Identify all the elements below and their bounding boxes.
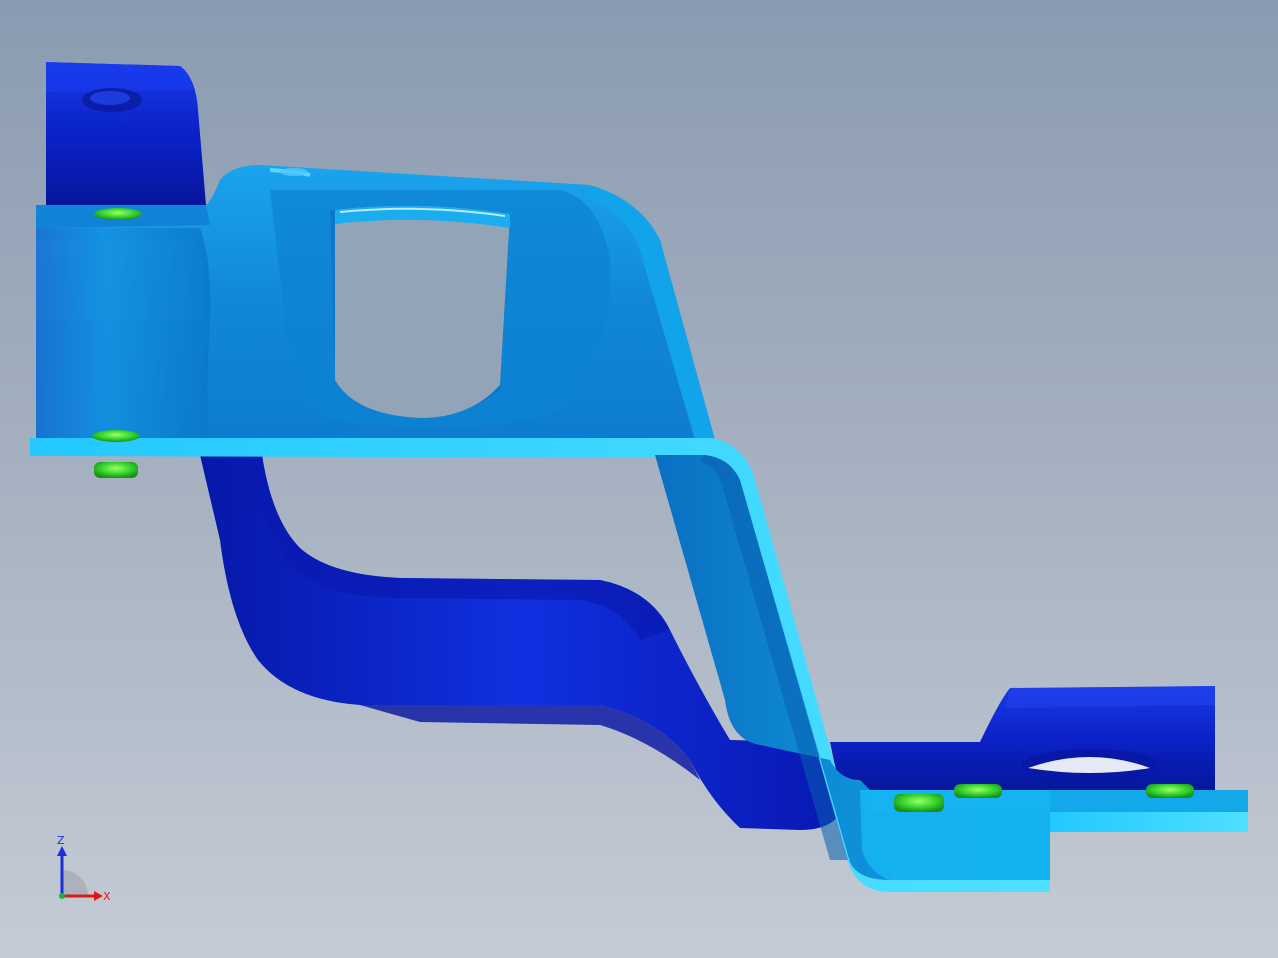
hole-feature-6 [1146, 784, 1194, 798]
hole-feature-5 [954, 784, 1002, 798]
bracket-model[interactable] [0, 0, 1278, 958]
hole-feature-2 [92, 430, 140, 442]
x-axis-label: X [103, 890, 111, 903]
z-axis-label: Z [57, 834, 65, 847]
3d-viewport[interactable]: Z X [0, 0, 1278, 958]
hole-feature-3 [94, 462, 138, 478]
x-arrow [94, 891, 103, 901]
z-arrow [57, 846, 67, 856]
y-axis-dot [59, 893, 65, 899]
top-left-tab [46, 62, 206, 205]
hole-feature-4 [894, 794, 944, 812]
right-flange-dark [830, 686, 1215, 790]
triad-plane [62, 870, 88, 896]
axis-triad: Z X [40, 830, 120, 910]
left-face [36, 228, 211, 438]
hole-feature-1 [94, 208, 142, 220]
